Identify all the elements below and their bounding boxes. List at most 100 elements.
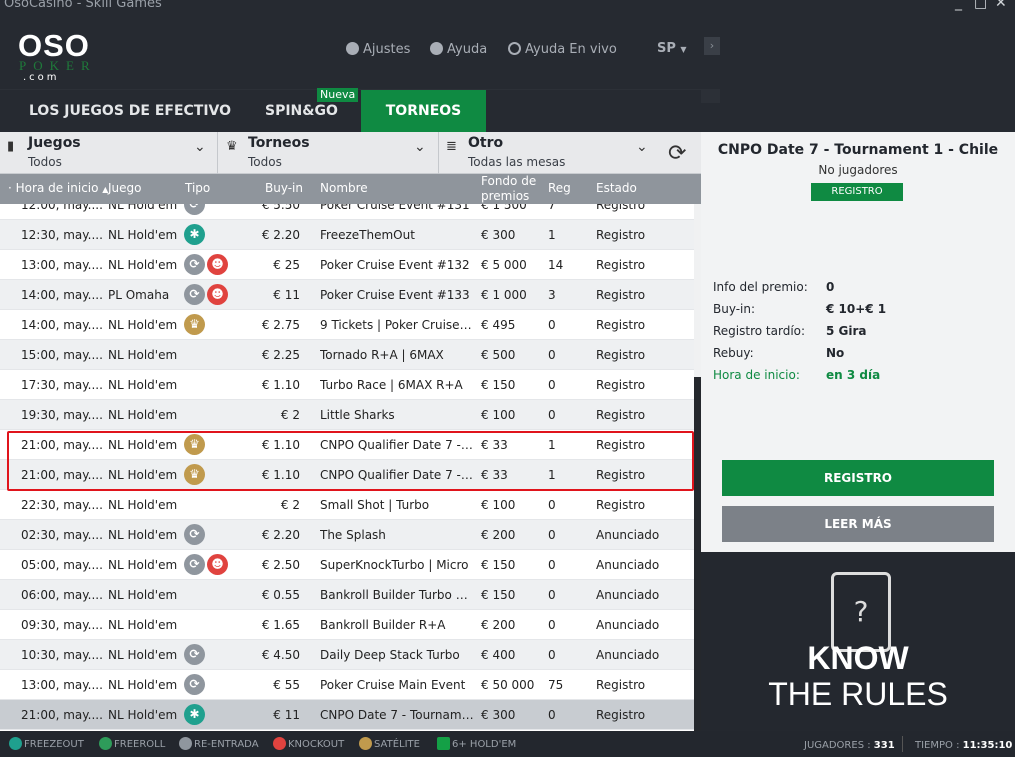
row-buyin: € 4.50	[261, 648, 300, 662]
settings-link[interactable]: Ajustes	[346, 42, 410, 57]
table-row[interactable]: 15:00, may.... NL Hold'em € 2.25 Tornado R+…	[0, 340, 694, 370]
info-label: Rebuy:	[713, 346, 754, 360]
row-state: Registro	[596, 228, 646, 242]
table-row[interactable]: 02:30, may.... NL Hold'em ⟳ € 2.20 The Splas…	[0, 520, 694, 550]
minimize-button[interactable]: _	[955, 0, 962, 11]
players-label: JUGADORES :	[804, 740, 871, 751]
status-badge: REGISTRO	[811, 183, 903, 201]
tournaments-filter[interactable]: ♛ Torneos Todos ⌄	[218, 132, 439, 174]
logo-poker: POKER	[19, 58, 97, 73]
row-state: Anunciado	[596, 588, 660, 602]
row-state: Registro	[596, 678, 646, 692]
language-label: SP	[657, 41, 676, 56]
row-game: PL Omaha	[108, 288, 170, 302]
row-reg: 3	[548, 288, 556, 302]
read-more-button[interactable]: LEER MÁS	[722, 506, 994, 542]
row-buyin: € 5.50	[261, 204, 300, 212]
table-row[interactable]: 19:30, may.... NL Hold'em € 2 Little Sharks…	[0, 400, 694, 430]
row-state: Registro	[596, 318, 646, 332]
column-prize[interactable]: Fondo de premios	[481, 174, 541, 204]
row-type: ⟳	[184, 644, 244, 665]
table-row[interactable]: 06:00, may.... NL Hold'em € 0.55 Bankroll B…	[0, 580, 694, 610]
column-name[interactable]: Nombre	[320, 181, 368, 195]
row-game: NL Hold'em	[108, 498, 178, 512]
column-start[interactable]: · Hora de inicio ▲	[8, 181, 108, 195]
status-bar: FREEZEOUT FREEROLL RE-ENTRADA KNOCKOUT S…	[0, 731, 1015, 757]
table-row[interactable]: 10:30, may.... NL Hold'em ⟳ € 4.50 Daily Dee…	[0, 640, 694, 670]
freeroll-icon	[99, 737, 112, 750]
column-state[interactable]: Estado	[596, 181, 637, 195]
row-prize: € 1 000	[481, 288, 527, 302]
rules-promo[interactable]: ? KNOW THE RULES	[701, 552, 1015, 732]
column-buyin[interactable]: Buy-in	[265, 181, 303, 195]
row-reg: 0	[548, 378, 556, 392]
row-prize: € 200	[481, 618, 516, 632]
row-buyin: € 2	[280, 498, 300, 512]
row-start: 13:00, may....	[21, 678, 103, 692]
row-name: Little Sharks	[320, 408, 395, 422]
row-start: 15:00, may....	[21, 348, 103, 362]
games-filter[interactable]: ▮ Juegos Todos ⌄	[0, 132, 218, 174]
row-name: SuperKnockTurbo | Micro	[320, 558, 469, 572]
time-value: 11:35:10	[962, 740, 1013, 751]
maximize-button[interactable]: □	[974, 0, 987, 11]
other-filter[interactable]: ≣ Otro Todas las mesas ⌄	[438, 132, 658, 174]
table-row[interactable]: 05:00, may.... NL Hold'em ⟳ ☻ € 2.50 SuperKno…	[0, 550, 694, 580]
legend-label: FREEROLL	[114, 739, 166, 750]
row-start: 19:30, may....	[21, 408, 103, 422]
table-row[interactable]: 13:00, may.... NL Hold'em ⟳ € 55 Poker Cruis…	[0, 670, 694, 700]
live-help-link[interactable]: Ayuda En vivo	[508, 42, 617, 57]
freezeout-icon: ✱	[184, 704, 205, 725]
table-row[interactable]: 13:00, may.... NL Hold'em ⟳ ☻ € 25 Poker Crui…	[0, 250, 694, 280]
table-row[interactable]: 22:30, may.... NL Hold'em € 2 Small Shot | …	[0, 490, 694, 520]
legend-reentry: RE-ENTRADA	[179, 737, 259, 750]
language-selector[interactable]: SP ▼	[657, 41, 687, 56]
tab-tournaments[interactable]: TORNEOS	[361, 90, 486, 132]
register-button[interactable]: REGISTRO	[722, 460, 994, 496]
table-row[interactable]: 09:30, may.... NL Hold'em € 1.65 Bankroll B…	[0, 610, 694, 640]
info-value: en 3 día	[826, 368, 881, 382]
row-game: NL Hold'em	[108, 378, 178, 392]
oso-poker-logo: OSO POKER .com	[18, 30, 104, 86]
row-prize: € 300	[481, 708, 516, 722]
tab-cash-games[interactable]: LOS JUEGOS DE EFECTIVO	[29, 90, 231, 132]
row-game: NL Hold'em	[108, 528, 178, 542]
row-state: Registro	[596, 498, 646, 512]
window-title: OsoCasino - Skill Games	[4, 0, 162, 11]
help-link[interactable]: Ayuda	[430, 42, 487, 57]
reentry-icon: ⟳	[184, 644, 205, 665]
row-game: NL Hold'em	[108, 678, 178, 692]
row-reg: 0	[548, 708, 556, 722]
gear-icon	[346, 42, 359, 55]
column-reg[interactable]: Reg	[548, 181, 571, 195]
column-type[interactable]: Tipo	[185, 181, 210, 195]
row-prize: € 500	[481, 348, 516, 362]
row-game: NL Hold'em	[108, 204, 178, 212]
row-prize: € 150	[481, 588, 516, 602]
table-row[interactable]: 14:00, may.... NL Hold'em ♛ € 2.75 9 Tickets…	[0, 310, 694, 340]
table-row[interactable]: 17:30, may.... NL Hold'em € 1.10 Turbo Race…	[0, 370, 694, 400]
column-game[interactable]: Juego	[108, 181, 142, 195]
close-button[interactable]: ✕	[995, 0, 1007, 11]
row-reg: 1	[548, 228, 556, 242]
table-row[interactable]: 12:30, may.... NL Hold'em ✱ € 2.20 FreezeThe…	[0, 220, 694, 250]
headset-icon	[508, 42, 521, 55]
row-prize: € 100	[481, 498, 516, 512]
row-prize: € 400	[481, 648, 516, 662]
live-help-label: Ayuda En vivo	[525, 42, 617, 57]
table-row[interactable]: 14:00, may.... PL Omaha ⟳ ☻ € 11 Poker Cruise…	[0, 280, 694, 310]
highlight-box	[7, 431, 694, 491]
table-row[interactable]: 12:00, may.... NL Hold'em ⟳ € 5.50 Poker Cru…	[0, 204, 694, 220]
table-row[interactable]: 21:00, may.... NL Hold'em ✱ € 11 CNPO Date 7…	[0, 700, 694, 730]
refresh-icon[interactable]: ⟳	[668, 141, 686, 166]
row-prize: € 150	[481, 558, 516, 572]
row-game: NL Hold'em	[108, 228, 178, 242]
scrollbar-thumb[interactable]	[694, 377, 701, 731]
row-start: 05:00, may....	[21, 558, 103, 572]
collapse-panel-button[interactable]: ›	[704, 37, 720, 55]
row-reg: 14	[548, 258, 564, 272]
details-title: CNPO Date 7 - Tournament 1 - Chile	[717, 142, 999, 158]
row-game: NL Hold'em	[108, 708, 178, 722]
reentry-icon: ⟳	[184, 554, 205, 575]
row-reg: 0	[548, 588, 556, 602]
